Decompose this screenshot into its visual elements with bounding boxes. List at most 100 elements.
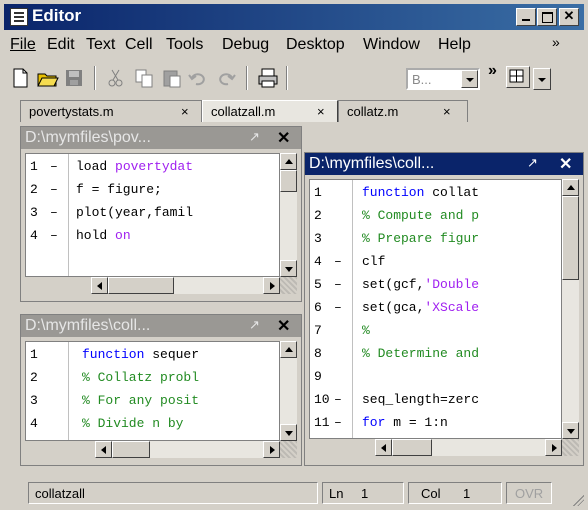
scroll-right-button[interactable]	[263, 441, 280, 458]
vertical-scrollbar[interactable]	[562, 179, 579, 439]
breakpoint-marker[interactable]: –	[334, 254, 342, 269]
undock-icon[interactable]: ↗	[249, 317, 260, 333]
breakpoint-marker[interactable]: –	[334, 300, 342, 315]
code-line[interactable]: 5– set(gcf,'Double	[310, 274, 561, 296]
code-line[interactable]: 1– load povertydat	[26, 156, 279, 178]
code-line[interactable]: 4– clf	[310, 251, 561, 273]
horizontal-scrollbar[interactable]	[91, 277, 280, 294]
code-line[interactable]: 10– seq_length=zerc	[310, 389, 561, 411]
undock-icon[interactable]: ↗	[249, 129, 260, 145]
tab-collatzall[interactable]: collatzall.m ×	[202, 100, 338, 122]
code-line[interactable]: 2 % Compute and p	[310, 205, 561, 227]
font-combo-dropdown-button[interactable]	[461, 70, 478, 88]
code-line[interactable]: 11– for m = 1:n	[310, 412, 561, 434]
code-line[interactable]: 3 % Prepare figur	[310, 228, 561, 250]
menu-file[interactable]: File	[10, 36, 36, 54]
breakpoint-marker[interactable]: –	[50, 205, 58, 220]
code-line[interactable]: 3 % For any posit	[26, 390, 279, 412]
code-line[interactable]: 2 % Collatz probl	[26, 367, 279, 389]
scroll-right-button[interactable]	[545, 439, 562, 456]
layout-tile-button[interactable]	[506, 66, 530, 88]
close-window-button[interactable]: ✕	[559, 8, 579, 26]
scroll-left-button[interactable]	[95, 441, 112, 458]
scroll-down-button[interactable]	[562, 422, 579, 439]
menu-debug[interactable]: Debug	[222, 36, 269, 54]
resize-grip-icon[interactable]	[570, 492, 584, 506]
scroll-up-button[interactable]	[280, 153, 297, 170]
tab-close-icon[interactable]: ×	[317, 104, 325, 119]
scroll-up-button[interactable]	[562, 179, 579, 196]
breakpoint-marker[interactable]: –	[334, 415, 342, 430]
code-editor[interactable]: 1 function collat 2 % Compute and p 3 % Prepa…	[309, 179, 562, 439]
minimize-button[interactable]	[516, 8, 536, 26]
breakpoint-marker[interactable]: –	[50, 228, 58, 243]
paste-button[interactable]	[160, 66, 184, 90]
pane-title-bar[interactable]: D:\mymfiles\pov... ↗ ✕	[21, 127, 301, 149]
font-combo[interactable]: B...	[406, 68, 480, 90]
menu-desktop[interactable]: Desktop	[286, 36, 345, 54]
undo-button[interactable]	[186, 66, 210, 90]
horizontal-scrollbar[interactable]	[95, 441, 280, 458]
breakpoint-marker[interactable]: –	[50, 182, 58, 197]
breakpoint-marker[interactable]: –	[50, 159, 58, 174]
save-button[interactable]	[62, 66, 86, 90]
print-button[interactable]	[256, 66, 280, 90]
code-line[interactable]: 7%	[310, 320, 561, 342]
code-line[interactable]: 9	[310, 366, 561, 388]
scroll-down-button[interactable]	[280, 424, 297, 441]
scroll-up-button[interactable]	[280, 341, 297, 358]
code-text: % For any posit	[82, 393, 199, 408]
cut-button[interactable]	[104, 66, 128, 90]
copy-button[interactable]	[132, 66, 156, 90]
new-file-button[interactable]	[8, 66, 32, 90]
pane-title-bar[interactable]: D:\mymfiles\coll... ↗ ✕	[305, 153, 583, 175]
undock-icon[interactable]: ↗	[527, 155, 538, 171]
code-line[interactable]: 3– plot(year,famil	[26, 202, 279, 224]
pane-title-bar[interactable]: D:\mymfiles\coll... ↗ ✕	[21, 315, 301, 337]
horizontal-scrollbar[interactable]	[375, 439, 562, 456]
scroll-left-button[interactable]	[91, 277, 108, 294]
pane-close-icon[interactable]: ✕	[277, 316, 290, 336]
tab-close-icon[interactable]: ×	[181, 104, 189, 119]
maximize-button[interactable]	[537, 8, 557, 26]
pane-close-icon[interactable]: ✕	[277, 128, 290, 148]
menu-tools[interactable]: Tools	[166, 36, 203, 54]
code-editor[interactable]: 1 function sequer 2 % Collatz probl 3 % For a…	[25, 341, 280, 441]
editor-app-icon[interactable]	[10, 8, 28, 26]
pane-close-icon[interactable]: ✕	[559, 154, 572, 174]
scroll-thumb[interactable]	[112, 441, 150, 458]
menu-overflow-icon[interactable]: »	[552, 34, 560, 50]
code-line[interactable]: 6– set(gca,'XScale	[310, 297, 561, 319]
menu-window[interactable]: Window	[363, 36, 420, 54]
tab-close-icon[interactable]: ×	[443, 104, 451, 119]
scroll-thumb[interactable]	[280, 170, 297, 192]
scroll-down-button[interactable]	[280, 260, 297, 277]
code-line[interactable]: 4– hold on	[26, 225, 279, 247]
code-line[interactable]: 1 function sequer	[26, 344, 279, 366]
layout-dropdown[interactable]	[531, 68, 551, 90]
code-line[interactable]: 4 % Divide n by	[26, 413, 279, 435]
breakpoint-marker[interactable]: –	[334, 277, 342, 292]
title-bar[interactable]: Editor ✕	[4, 4, 584, 30]
vertical-scrollbar[interactable]	[280, 341, 297, 441]
code-line[interactable]: 2– f = figure;	[26, 179, 279, 201]
open-file-button[interactable]	[36, 66, 60, 90]
menu-cell[interactable]: Cell	[125, 36, 153, 54]
menu-help[interactable]: Help	[438, 36, 471, 54]
code-line[interactable]: 1 function collat	[310, 182, 561, 204]
scroll-thumb[interactable]	[562, 196, 579, 280]
scroll-thumb[interactable]	[108, 277, 174, 294]
scroll-right-button[interactable]	[263, 277, 280, 294]
layout-dropdown-button[interactable]	[533, 68, 551, 90]
tab-collatz[interactable]: collatz.m ×	[338, 100, 468, 122]
tab-povertystats[interactable]: povertystats.m ×	[20, 100, 202, 122]
redo-button[interactable]	[214, 66, 238, 90]
scroll-thumb[interactable]	[392, 439, 432, 456]
breakpoint-marker[interactable]: –	[334, 392, 342, 407]
menu-text[interactable]: Text	[86, 36, 115, 54]
code-editor[interactable]: 1– load povertydat 2– f = figure; 3– plot(yea…	[25, 153, 280, 277]
code-line[interactable]: 8 % Determine and	[310, 343, 561, 365]
scroll-left-button[interactable]	[375, 439, 392, 456]
menu-edit[interactable]: Edit	[47, 36, 75, 54]
vertical-scrollbar[interactable]	[280, 153, 297, 277]
